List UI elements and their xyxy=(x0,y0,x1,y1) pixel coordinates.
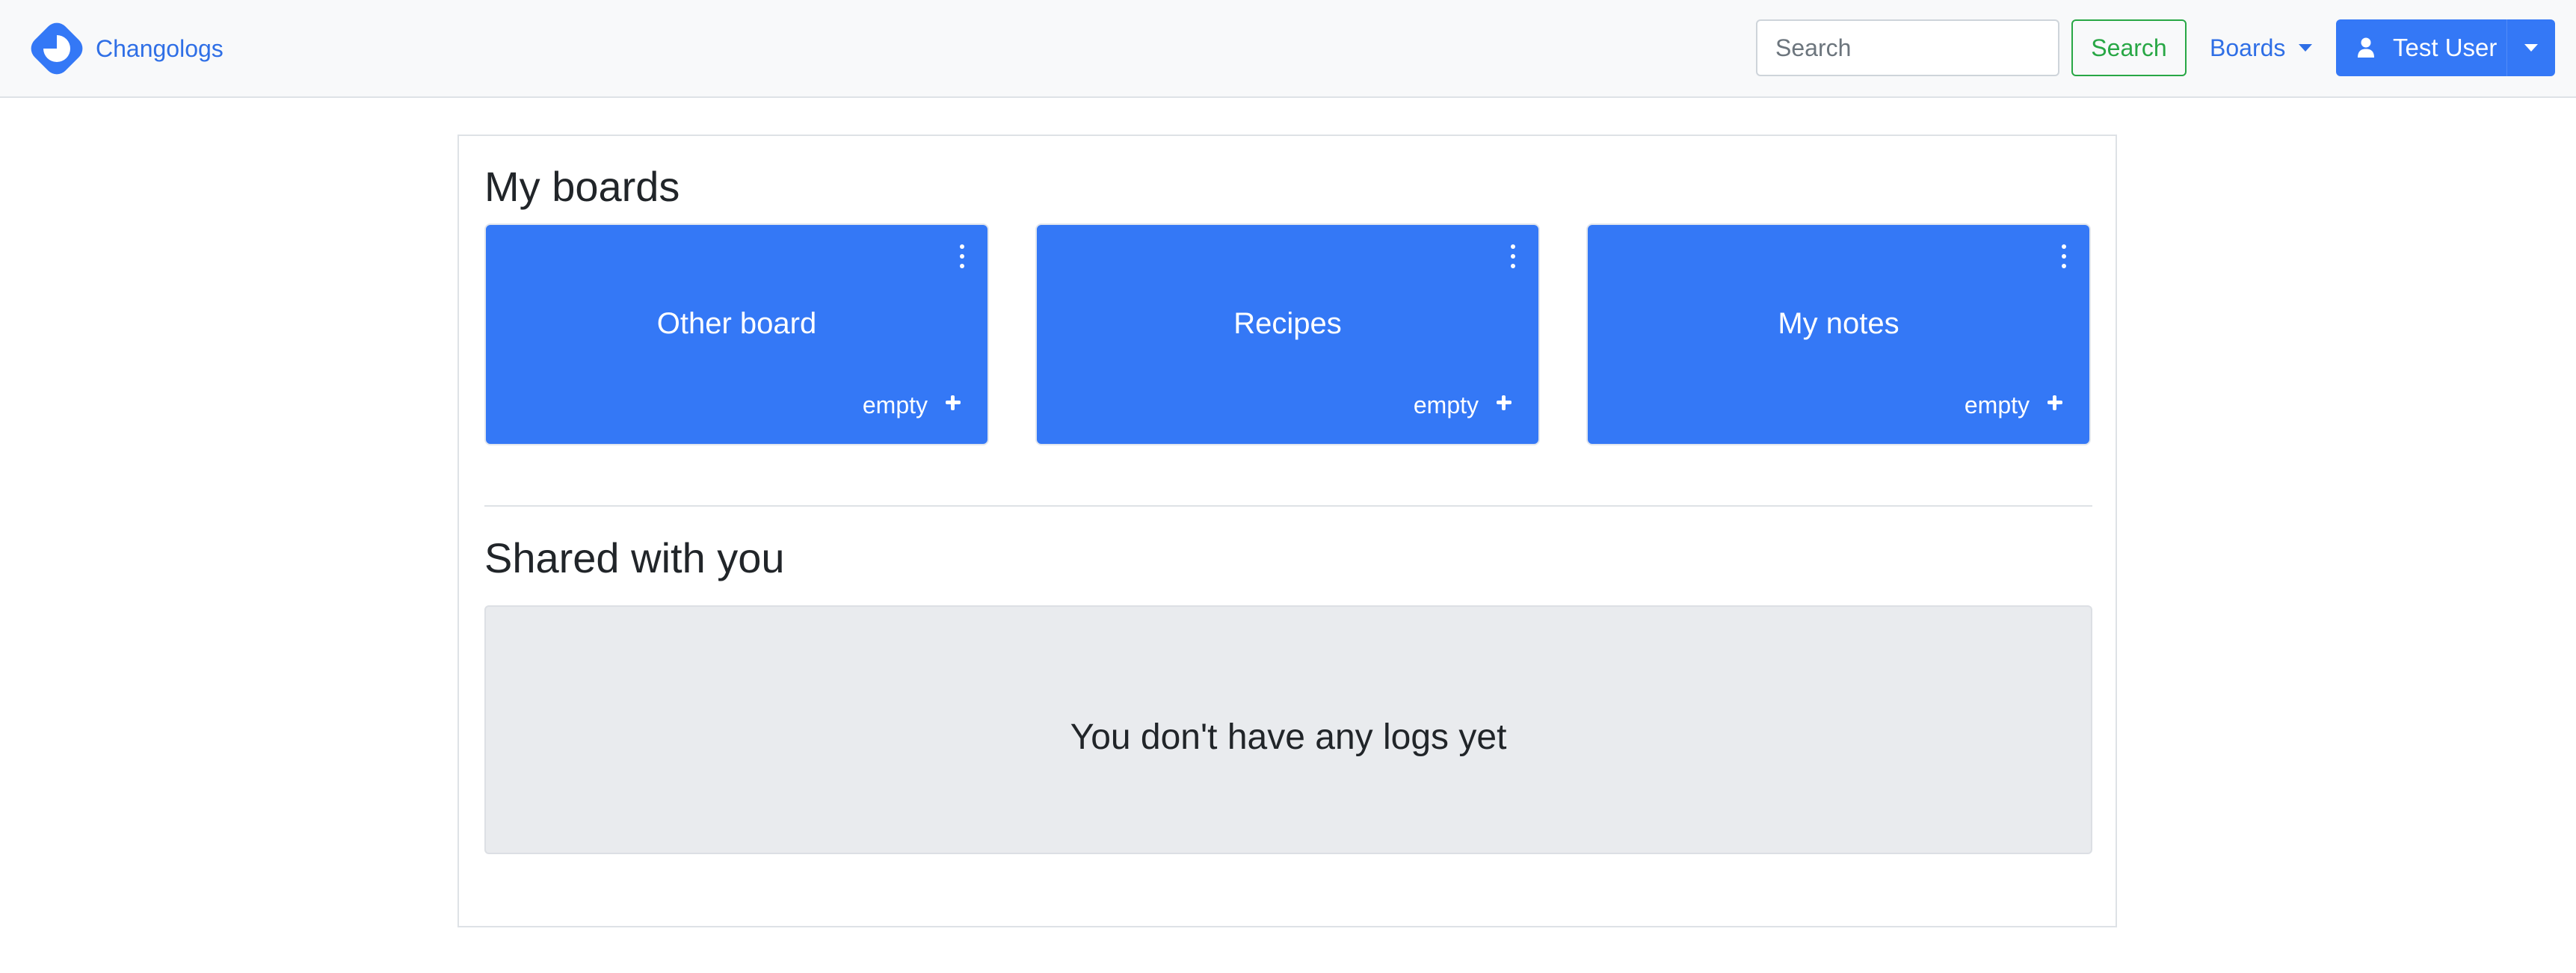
section-divider xyxy=(484,505,2092,507)
boards-dropdown[interactable]: Boards xyxy=(2210,19,2313,76)
chevron-down-icon xyxy=(2299,44,2313,52)
empty-state-message: You don't have any logs yet xyxy=(1070,717,1507,757)
search-button[interactable]: Search xyxy=(2071,19,2187,76)
user-name: Test User xyxy=(2393,34,2498,61)
user-icon xyxy=(2358,37,2374,58)
board-card[interactable]: Other board empty xyxy=(484,223,989,445)
empty-state: You don't have any logs yet xyxy=(484,605,2092,854)
my-boards-title: My boards xyxy=(484,163,680,210)
brand-link[interactable]: Changologs xyxy=(25,16,224,81)
board-status: empty xyxy=(862,392,928,418)
board-title[interactable]: Other board xyxy=(486,309,987,339)
board-title[interactable]: Recipes xyxy=(1037,309,1538,339)
user-menu-toggle[interactable] xyxy=(2506,19,2555,76)
board-card[interactable]: Recipes empty xyxy=(1035,223,1540,445)
user-menu: Test User xyxy=(2336,19,2555,76)
chevron-down-icon xyxy=(2524,44,2538,52)
more-options-icon[interactable] xyxy=(1504,241,1522,271)
changologs-logo-icon xyxy=(31,22,83,75)
board-card[interactable]: My notes empty xyxy=(1586,223,2091,445)
board-status: empty xyxy=(1964,392,2030,418)
more-options-icon[interactable] xyxy=(953,241,971,271)
boards-dropdown-label: Boards xyxy=(2210,34,2286,61)
add-log-icon[interactable] xyxy=(941,391,965,415)
brand-name: Changologs xyxy=(96,35,224,62)
user-menu-button[interactable]: Test User xyxy=(2336,19,2506,76)
add-log-icon[interactable] xyxy=(2043,391,2067,415)
board-title[interactable]: My notes xyxy=(1588,309,2089,339)
board-status: empty xyxy=(1413,392,1479,418)
search-input[interactable] xyxy=(1756,19,2059,76)
navbar: Changologs Search Boards Test User xyxy=(0,0,2576,98)
add-log-icon[interactable] xyxy=(1492,391,1516,415)
more-options-icon[interactable] xyxy=(2055,241,2073,271)
shared-with-you-title: Shared with you xyxy=(484,534,785,581)
main-panel: My boards Other board empty Recipes empt… xyxy=(457,135,2117,927)
